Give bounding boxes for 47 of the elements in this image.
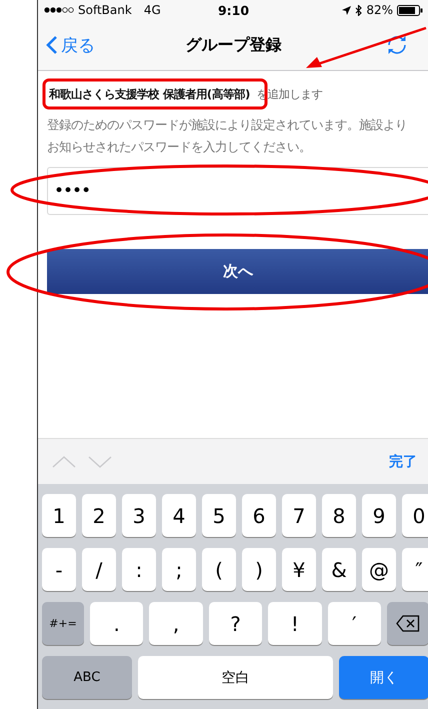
key[interactable]: 9 (362, 494, 396, 537)
network-type: 4G (144, 3, 161, 17)
key[interactable]: 7 (282, 494, 316, 537)
carrier-name: SoftBank (78, 3, 132, 17)
key[interactable]: 4 (162, 494, 196, 537)
key[interactable]: : (122, 548, 156, 591)
status-time: 9:10 (218, 2, 250, 18)
key[interactable]: 8 (322, 494, 356, 537)
chevron-left-icon (46, 35, 58, 55)
location-icon (342, 6, 352, 14)
key[interactable]: 5 (202, 494, 236, 537)
battery-icon (397, 4, 423, 16)
battery-percent: 82% (366, 3, 393, 17)
refresh-icon[interactable] (385, 33, 409, 57)
key[interactable]: 6 (242, 494, 276, 537)
key[interactable]: . (90, 602, 144, 645)
done-button[interactable]: 完了 (389, 452, 417, 470)
space-key[interactable]: 空白 (138, 656, 333, 699)
back-button[interactable]: 戻る (46, 34, 95, 56)
key[interactable]: 3 (122, 494, 156, 537)
key[interactable]: @ (362, 548, 396, 591)
key[interactable]: ′ (328, 602, 382, 645)
signal-icon (44, 7, 74, 13)
key[interactable]: / (82, 548, 116, 591)
bluetooth-icon (355, 4, 362, 16)
open-key[interactable]: 開く (339, 656, 428, 699)
key[interactable]: ¥ (282, 548, 316, 591)
key[interactable]: ″ (402, 548, 428, 591)
key[interactable]: ? (208, 602, 262, 645)
mode-key[interactable]: ABC (42, 656, 132, 699)
key[interactable]: 0 (402, 494, 428, 537)
screen-title: グループ登録 (186, 34, 282, 54)
key[interactable]: ; (162, 548, 196, 591)
key[interactable]: & (322, 548, 356, 591)
key[interactable]: , (149, 602, 203, 645)
password-instructions: 登録のためのパスワードが施設により設定されています。施設よりお知らせされたパスワードを入力してください。 (47, 117, 408, 156)
key[interactable]: ) (242, 548, 276, 591)
key[interactable]: 2 (82, 494, 116, 537)
key[interactable]: ! (268, 602, 322, 645)
key[interactable]: - (42, 548, 76, 591)
delete-key[interactable] (387, 602, 428, 645)
next-button[interactable]: 次へ (47, 249, 428, 294)
key[interactable]: 1 (42, 494, 76, 537)
password-field[interactable]: •••• (47, 167, 428, 215)
key[interactable]: ( (202, 548, 236, 591)
mode-key[interactable]: #+= (42, 602, 84, 645)
backspace-icon (396, 615, 420, 632)
